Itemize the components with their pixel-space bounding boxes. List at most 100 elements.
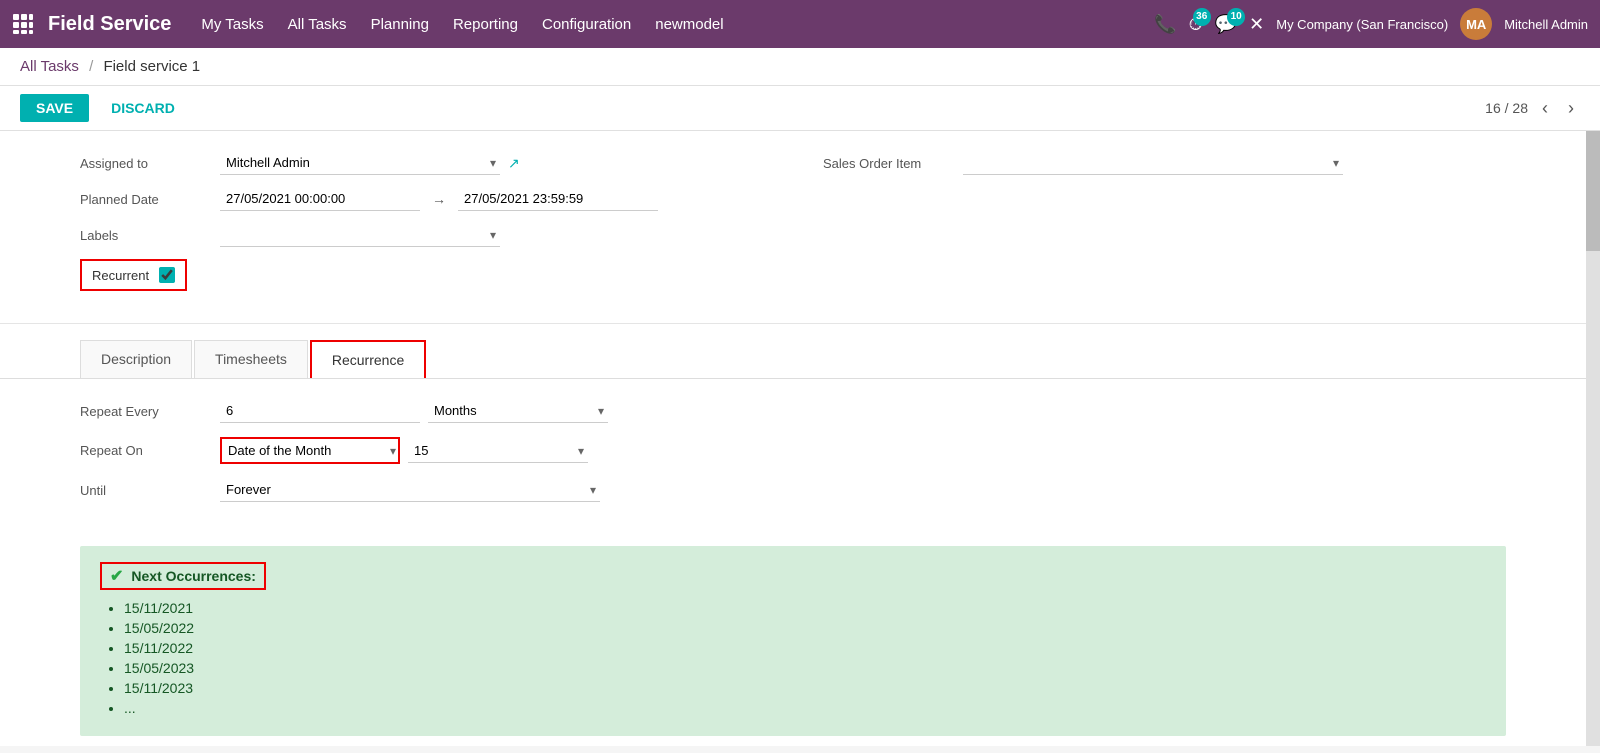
assigned-to-value-wrap: Mitchell Admin ↗ [220, 151, 520, 175]
page-layout: Assigned to Mitchell Admin ↗ [0, 131, 1600, 746]
labels-row: Labels [80, 223, 763, 247]
top-navbar: Field Service My Tasks All Tasks Plannin… [0, 0, 1600, 48]
pagination-display: 16 / 28 [1485, 100, 1528, 116]
save-button[interactable]: SAVE [20, 94, 89, 122]
tab-description[interactable]: Description [80, 340, 192, 378]
occurrence-item-more: ... [124, 700, 1486, 716]
repeat-on-day-wrap: 15 [408, 439, 588, 463]
planned-date-label: Planned Date [80, 192, 220, 207]
repeat-on-label: Repeat On [80, 443, 220, 458]
tab-timesheets[interactable]: Timesheets [194, 340, 308, 378]
recurrent-row: Recurrent [80, 259, 763, 291]
pagination-next-button[interactable]: › [1562, 96, 1580, 121]
occurrences-list: 15/11/2021 15/05/2022 15/11/2022 15/05/2… [100, 600, 1486, 716]
planned-date-start-input[interactable] [220, 187, 420, 211]
user-avatar[interactable]: MA [1460, 8, 1492, 40]
repeat-on-type-select[interactable]: Date of the Month Day of the Week [220, 437, 400, 464]
occurrence-item-2: 15/05/2022 [124, 620, 1486, 636]
date-range-arrow: → [432, 191, 446, 207]
action-bar: SAVE DISCARD 16 / 28 ‹ › [0, 86, 1600, 131]
assigned-to-select-wrap: Mitchell Admin [220, 151, 500, 175]
breadcrumb-parent-link[interactable]: All Tasks [20, 58, 79, 75]
until-select[interactable]: Forever End Date Number of Repetitions [220, 478, 600, 502]
form-left-col: Assigned to Mitchell Admin ↗ [80, 151, 763, 303]
recurrence-section: Repeat Every Days Weeks Months Years [0, 379, 1586, 536]
breadcrumb-separator: / [89, 58, 93, 75]
chat-icon-btn[interactable]: 💬 10 [1215, 14, 1237, 35]
occurrence-item-4: 15/05/2023 [124, 660, 1486, 676]
recurrent-checkbox[interactable] [159, 267, 175, 283]
until-row: Until Forever End Date Number of Repetit… [80, 478, 1506, 502]
planned-date-value-wrap: → [220, 187, 658, 211]
repeat-every-fields: Days Weeks Months Years [220, 399, 608, 423]
assigned-to-select[interactable]: Mitchell Admin [220, 151, 500, 175]
repeat-every-unit-wrap: Days Weeks Months Years [428, 399, 608, 423]
repeat-on-row: Repeat On Date of the Month Day of the W… [80, 437, 1506, 464]
menu-planning[interactable]: Planning [371, 12, 429, 37]
assigned-to-external-link-icon[interactable]: ↗ [508, 155, 520, 172]
sales-order-item-label: Sales Order Item [823, 156, 963, 171]
form-section: Assigned to Mitchell Admin ↗ [0, 131, 1586, 324]
discard-button[interactable]: DISCARD [101, 94, 185, 122]
topnav-right: 📞 ⏱ 36 💬 10 ✕ My Company (San Francisco)… [1154, 8, 1588, 40]
occurrences-header-text: Next Occurrences: [131, 568, 256, 584]
breadcrumb: All Tasks / Field service 1 [0, 48, 1600, 86]
company-name: My Company (San Francisco) [1276, 17, 1448, 32]
chat-badge: 10 [1227, 8, 1245, 26]
repeat-every-input[interactable] [220, 399, 420, 423]
page-scroll[interactable]: Assigned to Mitchell Admin ↗ [0, 131, 1586, 746]
app-grid-icon[interactable] [12, 13, 34, 35]
repeat-every-unit-select[interactable]: Days Weeks Months Years [428, 399, 608, 423]
sales-order-item-row: Sales Order Item [823, 151, 1506, 175]
repeat-every-row: Repeat Every Days Weeks Months Years [80, 399, 1506, 423]
planned-date-row: Planned Date → [80, 187, 763, 211]
assigned-to-row: Assigned to Mitchell Admin ↗ [80, 151, 763, 175]
labels-select-wrap [220, 223, 500, 247]
occurrence-item-3: 15/11/2022 [124, 640, 1486, 656]
repeat-on-fields: Date of the Month Day of the Week 15 [220, 437, 588, 464]
occurrence-item-1: 15/11/2021 [124, 600, 1486, 616]
close-icon: ✕ [1249, 14, 1264, 35]
app-title: Field Service [48, 13, 171, 36]
occurrences-box: ✔ Next Occurrences: 15/11/2021 15/05/202… [80, 546, 1506, 736]
menu-reporting[interactable]: Reporting [453, 12, 518, 37]
two-col-form: Assigned to Mitchell Admin ↗ [80, 151, 1506, 303]
clock-icon-btn[interactable]: ⏱ 36 [1189, 14, 1203, 35]
sales-order-item-select[interactable] [963, 151, 1343, 175]
occurrences-header: ✔ Next Occurrences: [100, 562, 266, 590]
recurrent-label: Recurrent [92, 268, 149, 283]
scrollbar[interactable] [1586, 131, 1600, 746]
labels-label: Labels [80, 228, 220, 243]
sales-order-select-wrap [963, 151, 1343, 175]
menu-configuration[interactable]: Configuration [542, 12, 631, 37]
main-menu: My Tasks All Tasks Planning Reporting Co… [201, 12, 1154, 37]
until-label: Until [80, 483, 220, 498]
breadcrumb-current: Field service 1 [103, 58, 200, 75]
until-fields: Forever End Date Number of Repetitions [220, 478, 600, 502]
close-icon-btn[interactable]: ✕ [1249, 14, 1264, 35]
occurrence-item-5: 15/11/2023 [124, 680, 1486, 696]
sales-order-item-value-wrap [963, 151, 1343, 175]
pagination: 16 / 28 ‹ › [1485, 96, 1580, 121]
repeat-every-label: Repeat Every [80, 404, 220, 419]
menu-newmodel[interactable]: newmodel [655, 12, 723, 37]
repeat-on-day-select[interactable]: 15 [408, 439, 588, 463]
phone-icon-btn[interactable]: 📞 [1154, 14, 1176, 35]
main-content: Assigned to Mitchell Admin ↗ [0, 131, 1586, 746]
pagination-prev-button[interactable]: ‹ [1536, 96, 1554, 121]
labels-select[interactable] [220, 223, 500, 247]
recurrent-checkbox-container: Recurrent [80, 259, 187, 291]
tabs-container: Description Timesheets Recurrence [0, 324, 1586, 379]
tab-recurrence[interactable]: Recurrence [310, 340, 426, 378]
labels-value-wrap [220, 223, 500, 247]
planned-date-end-input[interactable] [458, 187, 658, 211]
until-select-wrap: Forever End Date Number of Repetitions [220, 478, 600, 502]
repeat-on-type-wrap: Date of the Month Day of the Week [220, 437, 400, 464]
form-right-col: Sales Order Item [823, 151, 1506, 303]
check-circle-icon: ✔ [110, 566, 123, 586]
assigned-to-label: Assigned to [80, 156, 220, 171]
phone-icon: 📞 [1154, 14, 1176, 35]
clock-badge: 36 [1193, 8, 1211, 26]
menu-all-tasks[interactable]: All Tasks [288, 12, 347, 37]
menu-my-tasks[interactable]: My Tasks [201, 12, 263, 37]
